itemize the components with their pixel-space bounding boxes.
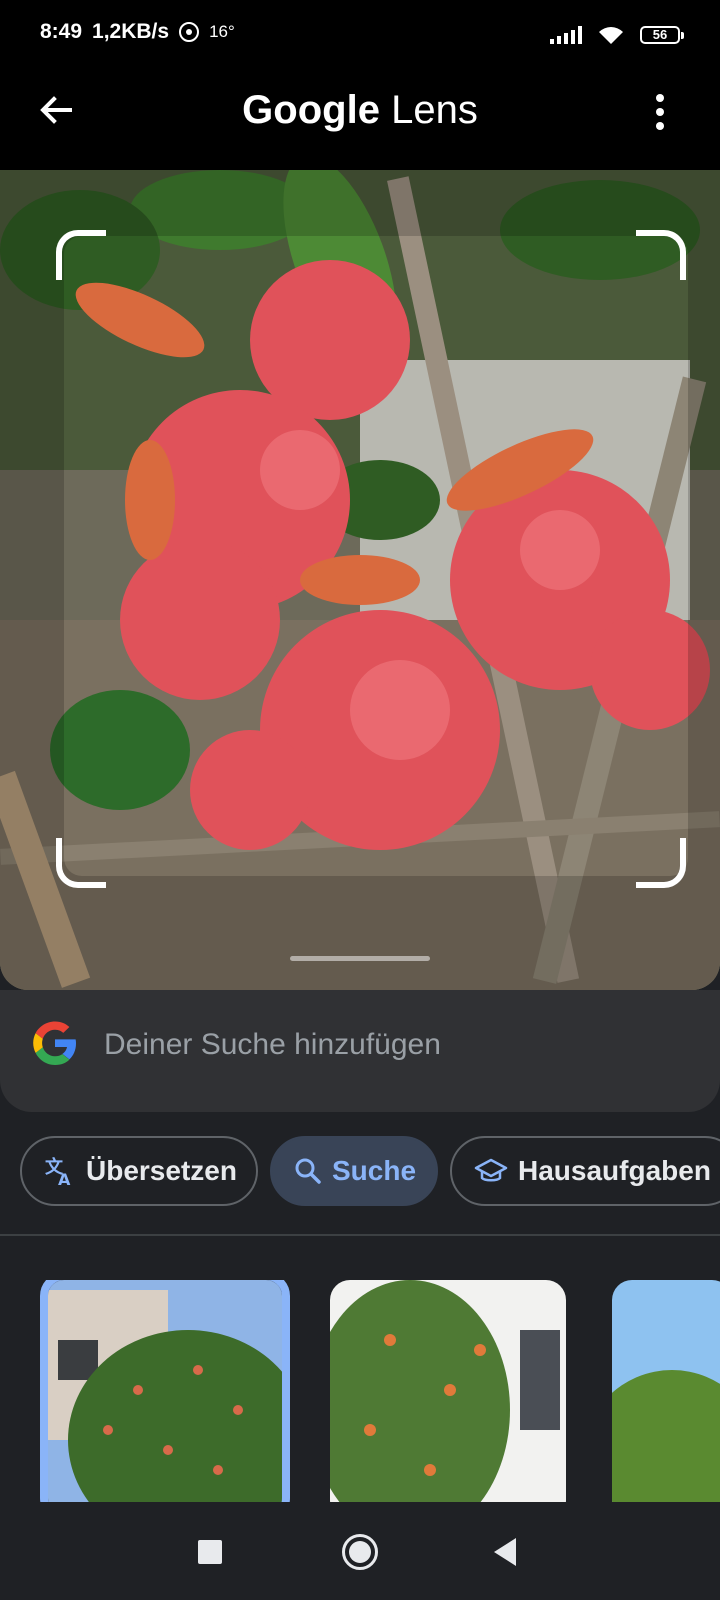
temperature: 16° <box>209 22 235 41</box>
search-bar[interactable]: Deiner Suche hinzufügen <box>0 990 720 1112</box>
chip-search[interactable]: Suche <box>270 1136 438 1206</box>
search-icon <box>295 1158 321 1184</box>
signal-icon <box>550 26 582 44</box>
crop-corner-bottom-left[interactable] <box>56 838 106 888</box>
result-image <box>330 1280 566 1502</box>
visual-matches <box>0 1280 720 1502</box>
mode-chips: 文 A Übersetzen Suche Hausaufgaben <box>0 1136 720 1208</box>
back-triangle-icon[interactable] <box>494 1538 516 1566</box>
crop-area[interactable] <box>64 236 688 876</box>
home-circle-icon[interactable] <box>342 1534 378 1570</box>
captured-photo[interactable] <box>0 170 720 990</box>
battery-icon: 56 <box>640 26 684 44</box>
svg-text:A: A <box>58 1170 71 1187</box>
network-speed: 1,2KB/s <box>92 20 170 43</box>
result-thumbnail[interactable] <box>612 1280 720 1502</box>
divider <box>0 1234 720 1236</box>
title-product: Lens <box>391 88 478 132</box>
school-icon <box>474 1158 508 1182</box>
record-icon <box>179 22 200 42</box>
search-input[interactable]: Deiner Suche hinzufügen <box>104 1028 441 1062</box>
chip-search-label: Suche <box>332 1155 417 1186</box>
system-nav-bar <box>0 1502 720 1600</box>
result-image <box>612 1280 720 1502</box>
status-bar: 8:49 1,2KB/s 16° 56 <box>0 0 720 68</box>
wifi-icon <box>599 27 623 44</box>
translate-icon: 文 A <box>45 1156 71 1187</box>
crop-corner-top-left[interactable] <box>56 230 106 280</box>
status-time: 8:49 <box>40 20 83 43</box>
page-title: Google Lens <box>0 88 720 133</box>
recents-square-icon[interactable] <box>198 1540 222 1564</box>
chip-translate[interactable]: 文 A Übersetzen <box>20 1136 258 1206</box>
result-thumbnail[interactable] <box>40 1280 290 1502</box>
result-image <box>48 1280 282 1502</box>
more-vert-icon[interactable] <box>650 92 670 132</box>
status-left: 8:49 1,2KB/s 16° <box>40 20 235 44</box>
title-brand: Google <box>242 88 380 132</box>
app-bar: Google Lens <box>0 68 720 170</box>
google-g-icon <box>33 1021 76 1065</box>
status-right: 56 <box>550 24 684 46</box>
drag-handle[interactable] <box>290 956 430 961</box>
chip-translate-label: Übersetzen <box>86 1155 237 1186</box>
chip-homework[interactable]: Hausaufgaben <box>450 1136 720 1206</box>
crop-corner-top-right[interactable] <box>636 230 686 280</box>
result-thumbnail[interactable] <box>330 1280 566 1502</box>
crop-corner-bottom-right[interactable] <box>636 838 686 888</box>
chip-homework-label: Hausaufgaben <box>518 1155 711 1186</box>
